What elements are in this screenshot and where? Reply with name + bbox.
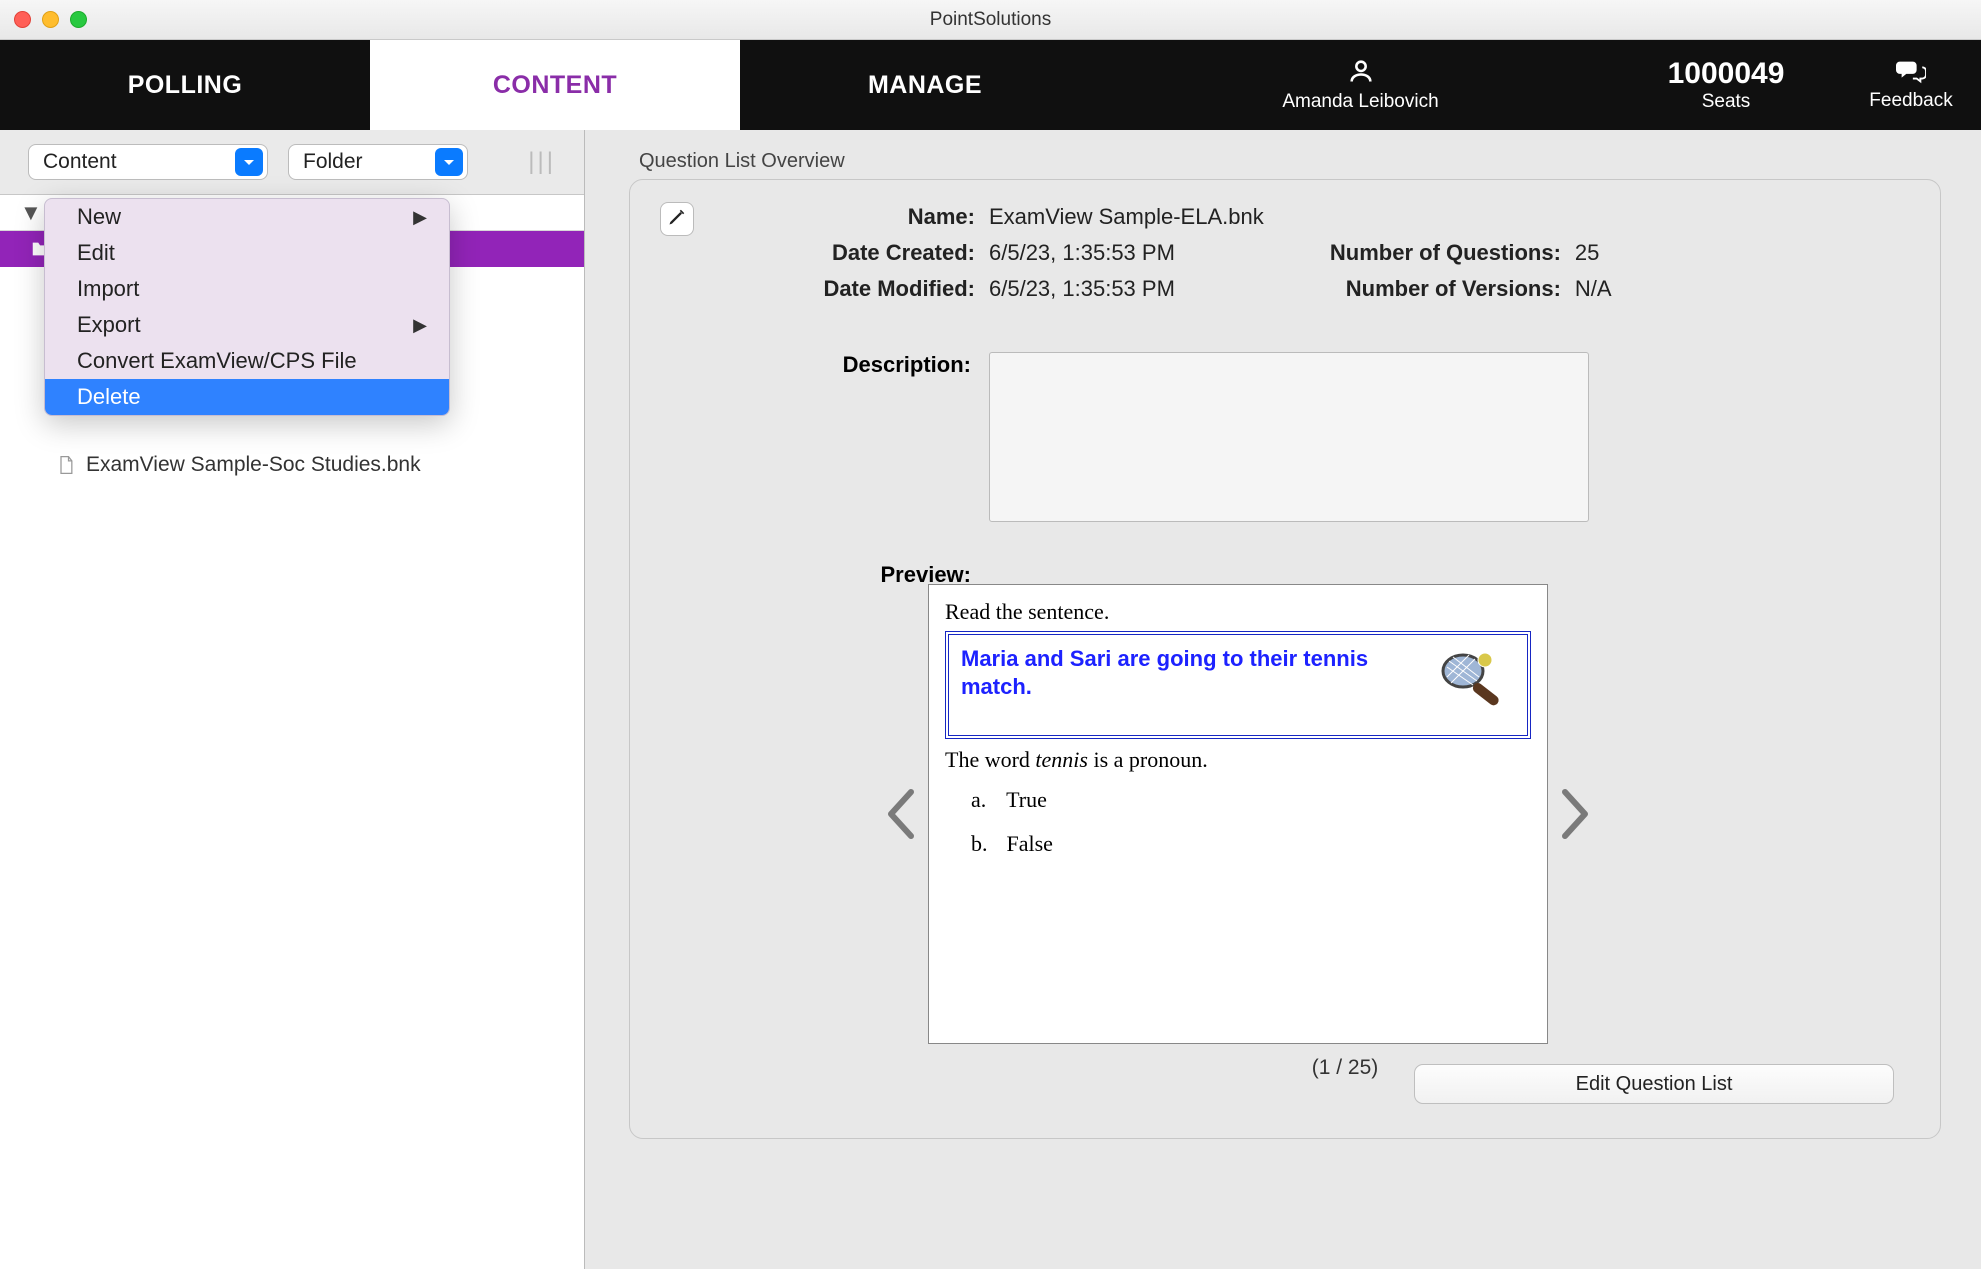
tab-content[interactable]: CONTENT bbox=[370, 40, 740, 130]
window-title: PointSolutions bbox=[0, 9, 1981, 31]
feedback-icon bbox=[1896, 58, 1926, 90]
user-name: Amanda Leibovich bbox=[1282, 91, 1438, 113]
numq-value: 25 bbox=[1575, 240, 1599, 266]
created-label: Date Created: bbox=[779, 240, 989, 266]
meta-grid: Name: ExamView Sample-ELA.bnk Date Creat… bbox=[779, 204, 1906, 312]
edit-name-button[interactable] bbox=[660, 202, 694, 236]
preview-statement: The word tennis is a pronoun. bbox=[945, 747, 1531, 773]
fullscreen-window-button[interactable] bbox=[70, 11, 87, 28]
ctx-label: Export bbox=[77, 312, 141, 338]
modified-value: 6/5/23, 1:35:53 PM bbox=[989, 276, 1175, 302]
modified-label: Date Modified: bbox=[779, 276, 989, 302]
close-window-button[interactable] bbox=[14, 11, 31, 28]
preview-next-button[interactable] bbox=[1548, 782, 1602, 846]
file-row-socstudies[interactable]: ExamView Sample-Soc Studies.bnk bbox=[0, 447, 584, 483]
description-row: Description: bbox=[664, 352, 1906, 522]
window-controls bbox=[14, 11, 87, 28]
preview-prev-button[interactable] bbox=[874, 782, 928, 846]
feedback-label: Feedback bbox=[1869, 90, 1952, 112]
ctx-item-import[interactable]: Import bbox=[45, 271, 449, 307]
seats-label: Seats bbox=[1702, 91, 1751, 113]
user-icon bbox=[1347, 57, 1375, 91]
preview-instruction: Read the sentence. bbox=[945, 599, 1531, 625]
tab-polling[interactable]: POLLING bbox=[0, 40, 370, 130]
feedback-block[interactable]: Feedback bbox=[1841, 40, 1981, 130]
content-select-value: Content bbox=[43, 150, 117, 174]
disclosure-triangle-icon: ▼ bbox=[20, 200, 42, 226]
chevron-down-icon bbox=[235, 148, 263, 176]
folder-select-value: Folder bbox=[303, 150, 363, 174]
preview-sentence: Maria and Sari are going to their tennis… bbox=[961, 645, 1423, 700]
main-panel: Question List Overview Name: ExamView Sa… bbox=[585, 130, 1981, 1269]
folder-select[interactable]: Folder bbox=[288, 144, 468, 180]
ctx-item-convert[interactable]: Convert ExamView/CPS File bbox=[45, 343, 449, 379]
pencil-icon bbox=[667, 207, 687, 232]
ctx-item-export[interactable]: Export ▶ bbox=[45, 307, 449, 343]
ctx-label: New bbox=[77, 204, 121, 230]
overview-heading: Question List Overview bbox=[639, 150, 1941, 173]
description-label: Description: bbox=[664, 352, 989, 522]
panel-drag-handle[interactable]: ||| bbox=[528, 148, 556, 176]
main-toolbar: POLLING CONTENT MANAGE Amanda Leibovich … bbox=[0, 40, 1981, 130]
ctx-item-new[interactable]: New ▶ bbox=[45, 199, 449, 235]
minimize-window-button[interactable] bbox=[42, 11, 59, 28]
ctx-label: Import bbox=[77, 276, 139, 302]
name-value: ExamView Sample-ELA.bnk bbox=[989, 204, 1264, 230]
description-box[interactable] bbox=[989, 352, 1589, 522]
tennis-racket-icon bbox=[1435, 645, 1515, 725]
body-area: Content Folder ||| ▼ Content Examview Ex… bbox=[0, 130, 1981, 1269]
ctx-label: Edit bbox=[77, 240, 115, 266]
ctx-item-delete[interactable]: Delete bbox=[45, 379, 449, 415]
submenu-arrow-icon: ▶ bbox=[413, 207, 427, 228]
preview-sentence-frame: Maria and Sari are going to their tennis… bbox=[945, 631, 1531, 739]
numv-value: N/A bbox=[1575, 276, 1612, 302]
name-label: Name: bbox=[779, 204, 989, 230]
chevron-down-icon bbox=[435, 148, 463, 176]
user-block[interactable]: Amanda Leibovich bbox=[1110, 40, 1611, 130]
numv-label: Number of Versions: bbox=[1285, 276, 1575, 302]
answer-b: b. False bbox=[971, 831, 1531, 857]
seats-count: 1000049 bbox=[1668, 57, 1785, 91]
numq-label: Number of Questions: bbox=[1285, 240, 1575, 266]
preview-box: Read the sentence. Maria and Sari are go… bbox=[928, 584, 1548, 1044]
ctx-label: Delete bbox=[77, 384, 141, 410]
left-top-controls: Content Folder ||| bbox=[0, 130, 584, 195]
submenu-arrow-icon: ▶ bbox=[413, 315, 427, 336]
ctx-label: Convert ExamView/CPS File bbox=[77, 348, 357, 374]
edit-question-list-button[interactable]: Edit Question List bbox=[1414, 1064, 1894, 1104]
overview-card: Name: ExamView Sample-ELA.bnk Date Creat… bbox=[629, 179, 1941, 1139]
file-label: ExamView Sample-Soc Studies.bnk bbox=[86, 453, 421, 477]
preview-answers: a. True b. False bbox=[945, 787, 1531, 857]
ctx-item-edit[interactable]: Edit bbox=[45, 235, 449, 271]
mac-titlebar: PointSolutions bbox=[0, 0, 1981, 40]
created-value: 6/5/23, 1:35:53 PM bbox=[989, 240, 1175, 266]
seats-block[interactable]: 1000049 Seats bbox=[1611, 40, 1841, 130]
content-select[interactable]: Content bbox=[28, 144, 268, 180]
answer-a: a. True bbox=[971, 787, 1531, 813]
left-panel: Content Folder ||| ▼ Content Examview Ex… bbox=[0, 130, 585, 1269]
context-menu: New ▶ Edit Import Export ▶ Convert ExamV… bbox=[44, 198, 450, 416]
file-icon bbox=[56, 453, 76, 477]
tab-manage[interactable]: MANAGE bbox=[740, 40, 1110, 130]
